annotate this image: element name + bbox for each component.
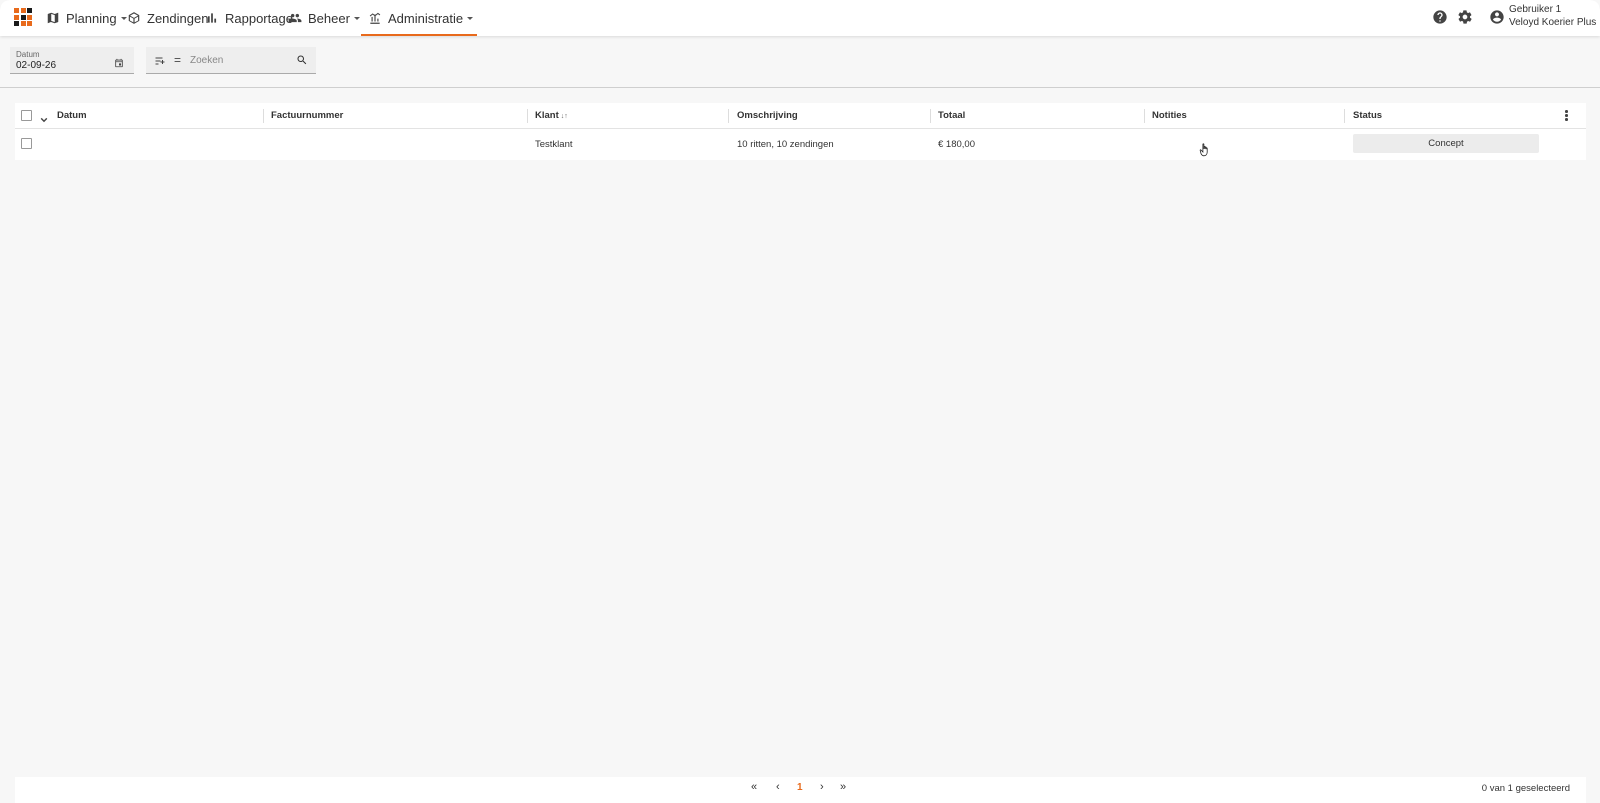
bar-chart-icon — [207, 13, 217, 23]
invoice-table: Datum Factuurnummer Klant ↓↑ Omschrijving… — [15, 103, 1586, 160]
nav-planning-label: Planning — [66, 10, 117, 26]
last-page-icon[interactable]: » — [840, 781, 846, 793]
column-header-klant-label: Klant — [535, 110, 559, 121]
chevron-down-icon — [353, 17, 360, 20]
cell-totaal: € 180,00 — [938, 139, 975, 150]
column-header-status[interactable]: Status — [1353, 103, 1382, 129]
nav-administratie[interactable]: Administratie — [360, 0, 478, 36]
gear-icon[interactable] — [1457, 9, 1473, 25]
more-vert-icon[interactable] — [1565, 110, 1569, 122]
cell-klant: Testklant — [535, 139, 573, 150]
pagination-bar: « ‹ 1 › » 0 van 1 geselecteerd — [15, 777, 1586, 803]
next-page-icon[interactable]: › — [820, 781, 824, 793]
first-page-icon[interactable]: « — [751, 781, 757, 793]
user-menu[interactable]: Gebruiker 1 Veloyd Koerier Plus — [1509, 3, 1596, 29]
map-icon — [47, 12, 59, 24]
user-name: Gebruiker 1 — [1509, 4, 1562, 15]
date-field[interactable]: Datum 02-09-26 — [10, 47, 134, 74]
select-all-checkbox[interactable] — [21, 110, 32, 121]
column-separator[interactable] — [263, 109, 264, 123]
search-input[interactable] — [190, 52, 290, 68]
column-header-datum[interactable]: Datum — [57, 103, 87, 129]
operator-equals[interactable]: = — [174, 53, 181, 67]
app-window: Planning Zendingen Rapportage Beheer Adm… — [0, 0, 1600, 803]
column-separator[interactable] — [527, 109, 528, 123]
column-header-totaal[interactable]: Totaal — [938, 103, 965, 129]
nav-rapportage[interactable]: Rapportage — [205, 0, 293, 36]
selection-count: 0 van 1 geselecteerd — [1481, 783, 1570, 794]
search-icon[interactable] — [296, 54, 308, 66]
user-company: Veloyd Koerier Plus — [1509, 17, 1597, 28]
sort-icon: ↓↑ — [560, 113, 568, 120]
nav-rapportage-label: Rapportage — [225, 10, 293, 26]
package-icon — [128, 12, 140, 24]
nav-administratie-label: Administratie — [388, 10, 464, 26]
date-field-label: Datum — [16, 50, 40, 59]
app-grid-logo[interactable] — [14, 8, 32, 26]
hand-cursor-icon — [1199, 143, 1208, 157]
table-header: Datum Factuurnummer Klant ↓↑ Omschrijving… — [15, 103, 1586, 129]
nav-planning[interactable]: Planning — [46, 0, 127, 36]
top-navigation: Planning Zendingen Rapportage Beheer Adm… — [0, 0, 1600, 36]
filter-add-icon[interactable] — [154, 55, 166, 67]
status-badge[interactable]: Concept — [1353, 134, 1539, 153]
column-separator[interactable] — [1144, 109, 1145, 123]
help-icon[interactable] — [1432, 9, 1448, 25]
toolbar-divider — [0, 87, 1600, 88]
column-header-omschrijving[interactable]: Omschrijving — [737, 103, 798, 129]
nav-zendingen-label: Zendingen — [147, 10, 209, 26]
chevron-down-icon — [120, 17, 127, 20]
account-circle-icon[interactable] — [1489, 9, 1505, 25]
column-header-notities[interactable]: Notities — [1152, 103, 1187, 129]
chevron-down-icon — [467, 17, 474, 20]
nav-zendingen[interactable]: Zendingen — [127, 0, 208, 36]
column-header-klant[interactable]: Klant ↓↑ — [535, 103, 568, 129]
calendar-icon[interactable] — [114, 56, 124, 68]
search-box: = — [146, 47, 316, 74]
column-separator[interactable] — [930, 109, 931, 123]
nav-beheer[interactable]: Beheer — [288, 0, 360, 36]
chevron-down-icon[interactable] — [40, 112, 48, 123]
date-field-value: 02-09-26 — [16, 60, 57, 71]
current-page[interactable]: 1 — [797, 782, 803, 793]
row-checkbox[interactable] — [21, 138, 32, 149]
column-header-factuurnummer[interactable]: Factuurnummer — [271, 103, 343, 129]
chart-admin-icon — [369, 12, 381, 24]
cell-omschrijving: 10 ritten, 10 zendingen — [737, 139, 834, 150]
group-icon — [288, 13, 302, 23]
column-separator[interactable] — [1344, 109, 1345, 123]
nav-beheer-label: Beheer — [308, 10, 350, 26]
previous-page-icon[interactable]: ‹ — [776, 781, 780, 793]
column-separator[interactable] — [728, 109, 729, 123]
